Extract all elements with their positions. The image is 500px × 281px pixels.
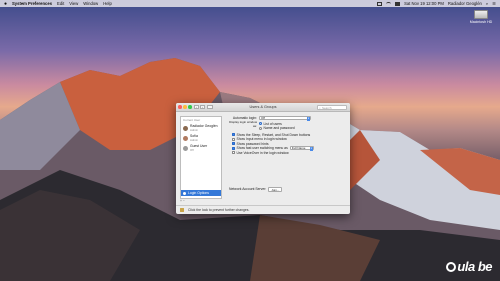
- login-settings: Automatic login: Off ▾ Display login win…: [229, 116, 345, 155]
- avatar: [183, 125, 188, 131]
- zoom-button[interactable]: [188, 105, 192, 109]
- fast-switching-value: Full Name: [291, 146, 306, 151]
- chevron-down-icon: ▾: [307, 117, 310, 121]
- fast-switching-select[interactable]: Full Name ▾: [289, 146, 314, 151]
- user-role: Off: [190, 148, 194, 152]
- radio-name-password[interactable]: [259, 126, 262, 130]
- disk-label: Macintosh HD: [469, 20, 493, 24]
- checkbox-password-hints[interactable]: [232, 142, 235, 146]
- forward-button[interactable]: ›: [200, 105, 205, 109]
- menu-help[interactable]: Help: [103, 1, 112, 6]
- house-icon: [183, 191, 186, 195]
- user-role: Admin: [190, 128, 198, 132]
- checkbox-voiceover-label: Use VoiceOver in the login window: [236, 150, 289, 155]
- lock-icon[interactable]: [180, 208, 184, 212]
- search-placeholder: Search: [322, 106, 332, 110]
- lock-text: Click the lock to prevent further change…: [188, 208, 250, 212]
- wifi-icon[interactable]: [386, 1, 392, 6]
- user-item[interactable]: Radiador Geoglén Admin: [181, 123, 221, 133]
- auto-login-select[interactable]: Off ▾: [259, 116, 311, 121]
- login-options-label: Login Options: [188, 191, 209, 195]
- user-item[interactable]: Sofía Admin: [181, 133, 221, 143]
- users-list: Current User Radiador Geoglén Admin Sofía…: [180, 116, 222, 199]
- desktop-disk[interactable]: Macintosh HD: [466, 10, 496, 24]
- checkbox-input-menu[interactable]: [232, 137, 235, 141]
- hard-drive-icon: [474, 10, 488, 19]
- airplay-icon[interactable]: [377, 1, 383, 6]
- close-button[interactable]: [178, 105, 182, 109]
- apple-menu-icon[interactable]: ●: [4, 1, 9, 7]
- user-role: Admin: [190, 138, 198, 142]
- menu-view[interactable]: View: [69, 1, 78, 6]
- user-item[interactable]: Guest User Off: [181, 143, 221, 153]
- join-button[interactable]: Join...: [268, 187, 283, 192]
- checkbox-input-label: Show Input menu in login window: [236, 137, 287, 142]
- search-icon: ⌕: [319, 106, 321, 110]
- menu-edit[interactable]: Edit: [57, 1, 64, 6]
- user-menu[interactable]: Radiador Geoglén: [448, 1, 482, 6]
- back-button[interactable]: ‹: [194, 105, 199, 109]
- search-field[interactable]: ⌕ Search: [317, 105, 347, 110]
- checkbox-hints-label: Show password hints: [236, 141, 269, 146]
- clock[interactable]: Sat Nov 19 12:00 PM: [404, 1, 444, 6]
- battery-icon[interactable]: [395, 1, 401, 6]
- login-options-item[interactable]: Login Options: [181, 190, 221, 196]
- logo-ring-icon: [446, 262, 457, 272]
- network-label: Network Account Server:: [229, 187, 267, 192]
- checkbox-voiceover[interactable]: [232, 151, 235, 155]
- watermark-logo: ula be: [446, 259, 492, 274]
- menu-window[interactable]: Window: [83, 1, 98, 6]
- notification-center-icon[interactable]: ☰: [492, 1, 496, 6]
- spotlight-icon[interactable]: ⌕: [486, 1, 488, 6]
- checkbox-sleep-restart[interactable]: [232, 133, 235, 137]
- app-menu[interactable]: System Preferences: [12, 1, 52, 6]
- radio-list-label: List of users: [263, 121, 282, 126]
- checkbox-sleep-label: Show the Sleep, Restart, and Shut Down b…: [236, 132, 311, 137]
- checkbox-fast-label: Show fast user switching menu as: [236, 146, 288, 151]
- show-all-grid-icon[interactable]: [207, 105, 213, 109]
- checkbox-fast-user-switching[interactable]: [232, 146, 235, 150]
- auto-login-value: Off: [261, 116, 265, 121]
- network-account-server: Network Account Server: Join...: [229, 187, 283, 192]
- display-as-label: Display login window as:: [229, 119, 257, 128]
- title-bar: ‹ › Users & Groups ⌕ Search: [176, 103, 350, 112]
- users-groups-window: ‹ › Users & Groups ⌕ Search Current User…: [176, 103, 350, 214]
- minimize-button[interactable]: [183, 105, 187, 109]
- avatar: [183, 145, 188, 151]
- add-remove-buttons[interactable]: + −: [180, 199, 185, 203]
- watermark-text: ula be: [457, 259, 492, 274]
- radio-list-of-users[interactable]: [259, 122, 262, 126]
- avatar: [183, 135, 188, 141]
- lock-bar: Click the lock to prevent further change…: [176, 205, 350, 214]
- radio-name-label: Name and password: [263, 126, 295, 131]
- chevron-down-icon: ▾: [309, 147, 313, 151]
- menu-bar: ● System Preferences Edit View Window He…: [0, 0, 500, 7]
